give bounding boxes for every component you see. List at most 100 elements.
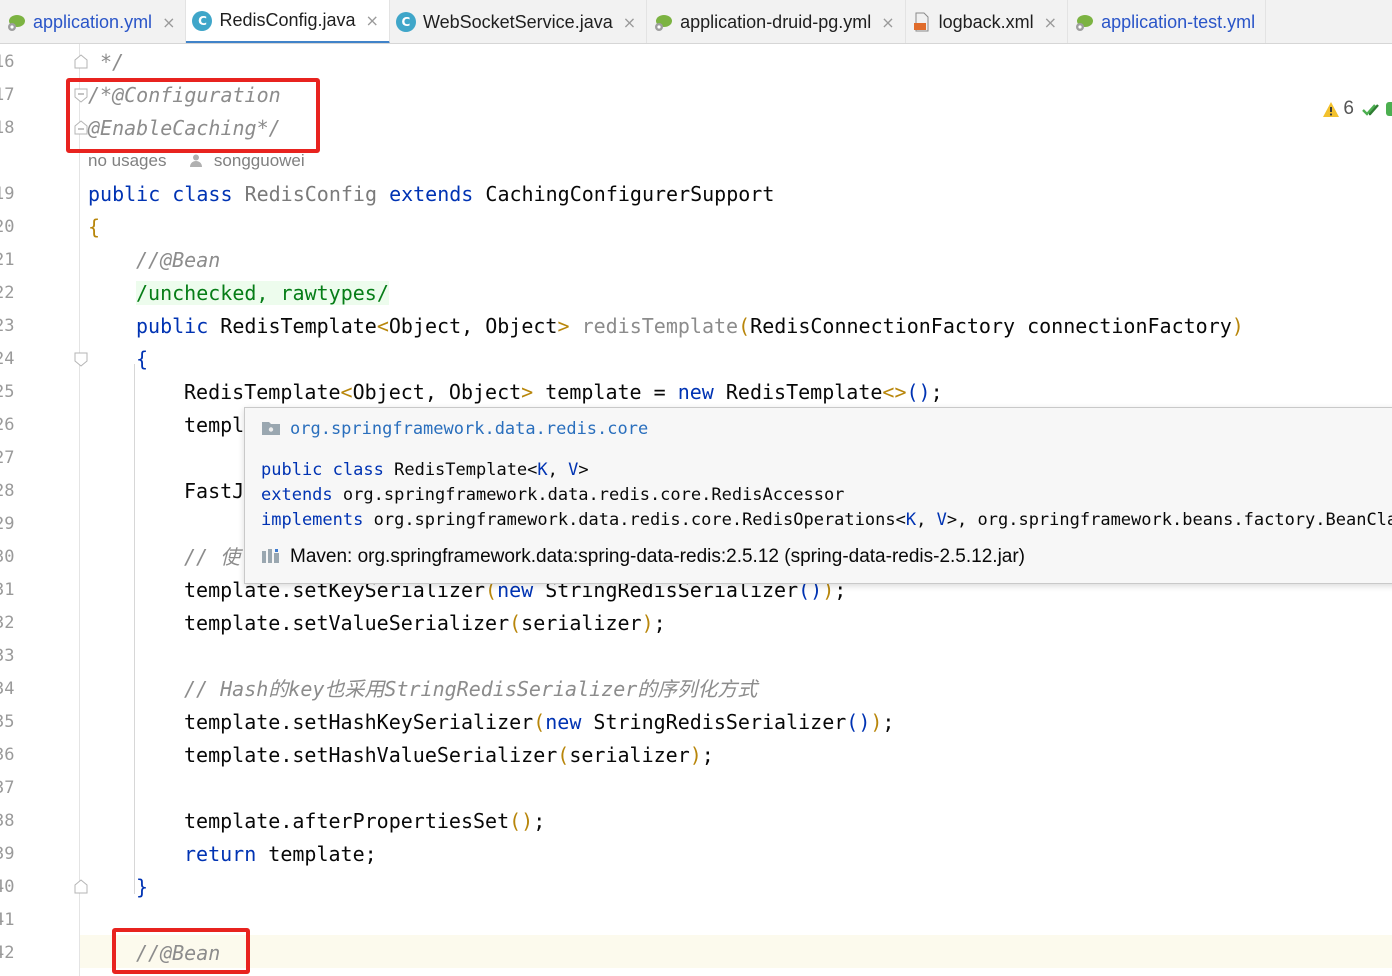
bracket: >: [521, 380, 534, 404]
line-number: 16: [0, 52, 15, 72]
red-annotation-box: [112, 928, 250, 974]
tab-websocketservice-java[interactable]: C WebSocketService.java ×: [390, 0, 648, 43]
tab-application-yml[interactable]: application.yml ×: [0, 0, 187, 43]
code-text: StringRedisSerializer: [581, 710, 847, 734]
bracket: (): [906, 380, 931, 404]
keyword: public: [136, 314, 209, 338]
bracket: ): [641, 611, 654, 635]
user-icon: [190, 154, 203, 167]
code-line-16: */: [100, 50, 125, 74]
line-number: 26: [0, 415, 15, 435]
tab-label: application-druid-pg.yml: [680, 11, 872, 32]
code-line-39: return template;: [184, 838, 377, 871]
author-name: songguowei: [213, 151, 305, 170]
quick-documentation-popup[interactable]: org.springframework.data.redis.core publ…: [244, 407, 1392, 584]
keyword: class: [172, 182, 233, 206]
double-check-icon: [1362, 104, 1379, 116]
tab-label: RedisConfig.java: [219, 10, 356, 30]
bracket: (: [533, 710, 546, 734]
declaration-line-3: implements org.springframework.data.redi…: [261, 508, 1392, 533]
close-icon[interactable]: ×: [881, 13, 894, 32]
tab-label: WebSocketService.java: [422, 11, 613, 32]
red-annotation-box: [66, 78, 320, 153]
type-param: K: [905, 510, 917, 530]
code-line-30: // 使: [184, 545, 241, 569]
usages-count[interactable]: no usages: [88, 151, 166, 170]
editor-tab-bar: application.yml × C RedisConfig.java × C…: [0, 0, 1392, 44]
line-number: 34: [0, 679, 15, 699]
type-param: V: [568, 460, 579, 480]
keyword: public: [261, 460, 323, 480]
package-row: org.springframework.data.redis.core: [261, 416, 648, 442]
line-number: 38: [0, 811, 15, 831]
interfaces[interactable]: org.springframework.data.redis.core.Redi…: [374, 510, 906, 530]
close-icon[interactable]: ×: [366, 11, 379, 30]
code-text: template.setHashKeySerializer: [184, 710, 534, 734]
code-line-24: {: [136, 347, 149, 371]
return-type: RedisTemplate: [220, 314, 377, 338]
tab-label: logback.xml: [938, 11, 1034, 32]
code-text: serializer: [569, 743, 690, 767]
code-line-22: /unchecked, rawtypes/: [136, 277, 389, 310]
code-line-20: {: [88, 215, 101, 239]
type-param: K: [537, 460, 548, 480]
class-name: RedisConfig: [244, 182, 378, 206]
interfaces[interactable]: >, org.springframework.beans.factory.Bea…: [947, 510, 1392, 530]
tab-application-test-yml[interactable]: application-test.yml: [1068, 0, 1267, 43]
code-text: ;: [930, 380, 943, 404]
spring-yaml-icon: [8, 15, 25, 31]
warning-count: 6: [1343, 98, 1354, 119]
code-line-25: RedisTemplate<Object, Object> template =…: [184, 376, 943, 409]
code-line-32: template.setValueSerializer(serializer);: [184, 607, 666, 640]
keyword: new: [677, 380, 714, 404]
line-number: 33: [0, 646, 15, 666]
bracket: (): [846, 710, 871, 734]
line-number: 32: [0, 613, 15, 633]
code-line-34: // Hash的key也采用StringRedisSerializer的序列化方…: [184, 677, 758, 701]
xml-file-icon: [913, 12, 929, 32]
status-indicator: [1386, 102, 1392, 116]
bracket: (: [509, 611, 522, 635]
code-text: serializer: [521, 611, 642, 635]
generics: Object, Object: [352, 380, 522, 404]
bracket: ): [870, 710, 883, 734]
keyword: extends: [389, 182, 474, 206]
line-number: 20: [0, 217, 15, 237]
close-icon[interactable]: ×: [162, 13, 175, 32]
code-line-26: templ: [184, 413, 245, 437]
tab-application-druid-pg-yml[interactable]: application-druid-pg.yml ×: [647, 0, 906, 43]
line-number: 31: [0, 580, 15, 600]
warning-icon: [1323, 101, 1340, 117]
keyword: return: [184, 842, 257, 866]
maven-library-row: Maven: org.springframework.data:spring-d…: [261, 544, 1025, 570]
code-text: template.setValueSerializer: [184, 611, 510, 635]
code-text: template.afterPropertiesSet: [184, 809, 510, 833]
superclass[interactable]: org.springframework.data.redis.core.Redi…: [343, 485, 845, 505]
code-line-38: template.afterPropertiesSet();: [184, 805, 545, 838]
class-signature: RedisTemplate<: [394, 460, 538, 480]
tab-redisconfig-java[interactable]: C RedisConfig.java ×: [186, 0, 390, 43]
package-link[interactable]: org.springframework.data.redis.core: [290, 419, 648, 439]
bracket: >: [557, 314, 570, 338]
tab-label: application-test.yml: [1101, 11, 1256, 32]
code-line-19: public class RedisConfig extends Caching…: [88, 178, 774, 211]
code-line-36: template.setHashValueSerializer(serializ…: [184, 739, 714, 772]
code-line-23: public RedisTemplate<Object, Object> red…: [136, 310, 1244, 343]
line-number: 39: [0, 844, 15, 864]
line-number: 30: [0, 547, 15, 567]
code-text: template =: [533, 380, 678, 404]
tab-logback-xml[interactable]: logback.xml ×: [906, 0, 1069, 43]
line-number: 28: [0, 481, 15, 501]
line-number: 24: [0, 349, 15, 369]
keyword: class: [332, 460, 384, 480]
separator: ,: [547, 460, 569, 480]
java-class-icon: C: [192, 10, 213, 31]
spring-yaml-icon: [655, 15, 673, 31]
close-icon[interactable]: ×: [623, 13, 636, 32]
inspection-widget[interactable]: 6: [1322, 96, 1392, 122]
code-text: ;: [882, 710, 895, 734]
line-number: 25: [0, 382, 15, 402]
code-text: ;: [701, 743, 714, 767]
close-icon[interactable]: ×: [1044, 13, 1057, 32]
bracket: ): [1231, 314, 1244, 338]
